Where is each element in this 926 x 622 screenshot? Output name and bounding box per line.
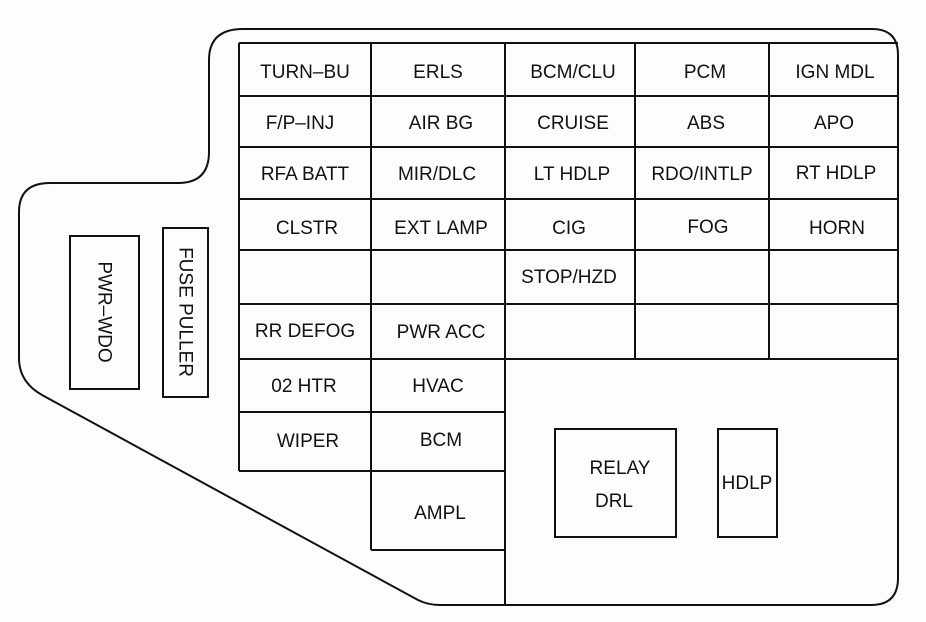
pwr-wdo-label: PWR–WDO: [94, 261, 115, 362]
fuse-cruise[interactable]: CRUISE: [537, 113, 609, 134]
fuse-pcm[interactable]: PCM: [684, 62, 726, 83]
relay-drl[interactable]: RELAY DRL: [554, 428, 677, 538]
fuse-rdo-intlp[interactable]: RDO/INTLP: [651, 164, 752, 185]
relay-hdlp-label: HDLP: [722, 473, 773, 494]
fuse-bcm-clu[interactable]: BCM/CLU: [530, 62, 616, 83]
fuse-apo[interactable]: APO: [814, 113, 854, 134]
relay-drl-label-line1: RELAY: [590, 458, 651, 479]
fuse-abs[interactable]: ABS: [687, 113, 725, 134]
fuse-rr-defog[interactable]: RR DEFOG: [255, 321, 355, 342]
fuse-row-3: RFA BATT MIR/DLC LT HDLP RDO/INTLP RT HD…: [261, 163, 876, 185]
fuse-row-2: F/P–INJ AIR BG CRUISE ABS APO: [266, 113, 854, 134]
fuse-bcm[interactable]: BCM: [420, 430, 462, 451]
fuse-row-8: WIPER BCM: [277, 430, 462, 452]
fuse-hvac[interactable]: HVAC: [412, 376, 463, 397]
fuse-rfa-batt[interactable]: RFA BATT: [261, 164, 350, 185]
fuse-ign-mdl[interactable]: IGN MDL: [795, 62, 874, 83]
fuse-puller-label: FUSE PULLER: [175, 247, 196, 377]
relay-drl-label-line2: DRL: [595, 491, 633, 512]
fuse-air-bg[interactable]: AIR BG: [409, 113, 473, 134]
fuse-block-diagram: TURN–BU ERLS BCM/CLU PCM IGN MDL F/P–INJ…: [18, 28, 899, 606]
fuse-rt-hdlp[interactable]: RT HDLP: [796, 163, 877, 184]
fuse-row-1: TURN–BU ERLS BCM/CLU PCM IGN MDL: [260, 62, 874, 83]
fuse-pwr-acc[interactable]: PWR ACC: [397, 322, 486, 343]
fuse-cig[interactable]: CIG: [552, 218, 586, 239]
fuse-row-7: 02 HTR HVAC: [271, 376, 463, 397]
fuse-row-5: STOP/HZD: [521, 267, 617, 288]
fuse-fog[interactable]: FOG: [687, 217, 728, 238]
fuse-clstr[interactable]: CLSTR: [276, 218, 338, 239]
fuse-row-4: CLSTR EXT LAMP CIG FOG HORN: [276, 217, 865, 239]
fuse-wiper[interactable]: WIPER: [277, 431, 339, 452]
fuse-02-htr[interactable]: 02 HTR: [271, 376, 336, 397]
fuse-lt-hdlp[interactable]: LT HDLP: [534, 164, 610, 185]
relay-hdlp[interactable]: HDLP: [717, 428, 778, 538]
fuse-ext-lamp[interactable]: EXT LAMP: [394, 218, 488, 239]
pwr-wdo-breaker[interactable]: PWR–WDO: [69, 235, 140, 390]
fuse-mir-dlc[interactable]: MIR/DLC: [398, 164, 476, 185]
fuse-erls[interactable]: ERLS: [413, 62, 463, 83]
fuse-horn[interactable]: HORN: [809, 218, 865, 239]
fuse-puller[interactable]: FUSE PULLER: [162, 227, 209, 398]
fuse-stop-hzd[interactable]: STOP/HZD: [521, 267, 617, 288]
fuse-turn-bu[interactable]: TURN–BU: [260, 62, 350, 83]
fuse-ampl[interactable]: AMPL: [414, 503, 466, 524]
fuse-fp-inj[interactable]: F/P–INJ: [266, 113, 335, 134]
